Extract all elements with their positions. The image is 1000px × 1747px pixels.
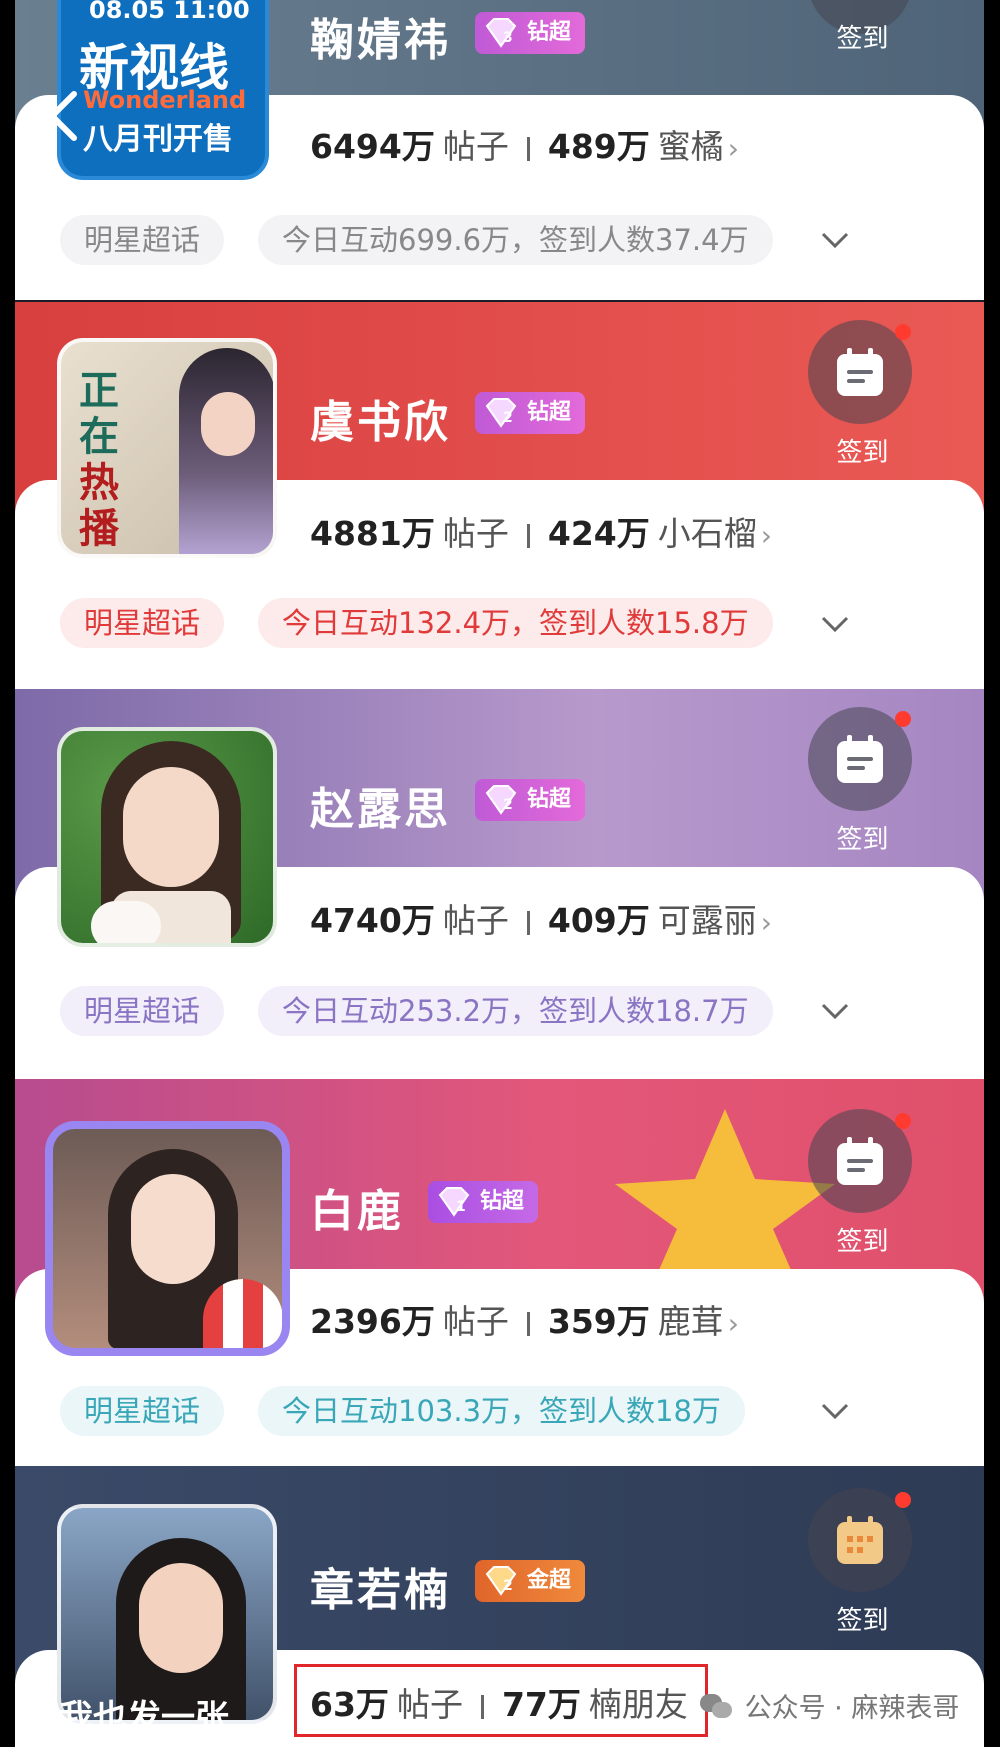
topic-name[interactable]: 赵露思	[310, 773, 451, 837]
summary-pill: 今日互动132.4万，签到人数15.8万	[258, 598, 773, 648]
avatar-subtitle-text: 八月刊开售	[83, 122, 233, 157]
summary-pill: 今日互动103.3万，签到人数18万	[258, 1386, 745, 1436]
highlight-box	[294, 1664, 708, 1737]
chevron-right-icon: ›	[727, 132, 739, 165]
notification-dot	[895, 324, 911, 340]
watermark: 公众号 · 麻辣表哥	[700, 1686, 959, 1725]
plus-icon: +	[15, 1688, 52, 1740]
level-badge[interactable]: 2 金超	[475, 1560, 586, 1602]
calendar-icon	[837, 735, 883, 783]
posts-label: 帖子	[442, 901, 509, 940]
badge-label: 钻超	[480, 1189, 525, 1214]
chevron-right-icon: ›	[760, 519, 772, 552]
topic-name[interactable]: 章若楠	[310, 1554, 451, 1618]
fans-count: 424万	[547, 514, 650, 553]
chevron-down-icon[interactable]	[815, 604, 855, 644]
topic-name[interactable]: 虞书欣	[310, 386, 451, 450]
avatar-date-text: 08.05 11:00	[89, 0, 250, 24]
posts-count: 6494万	[310, 127, 435, 166]
svg-text:3: 3	[503, 30, 513, 46]
post-button-label: 我也发一张	[59, 1698, 229, 1738]
notification-dot	[895, 711, 911, 727]
chevron-down-icon[interactable]	[815, 220, 855, 260]
posts-label: 帖子	[442, 1302, 509, 1341]
fans-count: 409万	[547, 901, 650, 940]
posts-count: 2396万	[310, 1302, 435, 1341]
topic-card[interactable]: 正在热播 虞书欣 2 钻超 签到 4881万 帖子 424万 小石榴 › 明星超话 今日…	[15, 302, 984, 689]
posts-count: 4740万	[310, 901, 435, 940]
topic-card[interactable]: 08.05 11:00 新视线 Wonderland 八月刊开售 鞠婧祎 3 钻…	[15, 0, 984, 300]
svg-text:2: 2	[503, 1578, 513, 1594]
sign-in-label[interactable]: 签到	[825, 819, 900, 856]
badge-label: 钻超	[527, 787, 572, 812]
calendar-icon	[837, 1516, 883, 1564]
diamond-icon: 2	[485, 785, 517, 815]
svg-text:1: 1	[456, 1199, 466, 1215]
level-badge[interactable]: 2 钻超	[475, 392, 586, 434]
gold-diamond-icon: 2	[485, 1566, 517, 1596]
chevron-down-icon[interactable]	[815, 1391, 855, 1431]
posts-label: 帖子	[442, 127, 509, 166]
diamond-icon: 1	[438, 1187, 470, 1217]
sign-in-label[interactable]: 签到	[825, 18, 900, 55]
category-pill[interactable]: 明星超话	[60, 215, 225, 265]
chevron-right-icon: ›	[727, 1307, 739, 1340]
divider	[526, 136, 530, 161]
topic-name[interactable]: 白鹿	[310, 1175, 404, 1239]
fans-label[interactable]: 蜜橘	[658, 127, 724, 166]
svg-text:2: 2	[503, 797, 513, 813]
avatar[interactable]: 08.05 11:00 新视线 Wonderland 八月刊开售	[57, 0, 269, 180]
fans-label[interactable]: 可露丽	[658, 901, 757, 940]
svg-text:2: 2	[503, 410, 513, 426]
topic-stats: 6494万 帖子 489万 蜜橘 ›	[310, 120, 739, 168]
diamond-icon: 3	[485, 18, 517, 48]
badge-label: 钻超	[527, 400, 572, 425]
fans-label[interactable]: 小石榴	[658, 514, 757, 553]
fans-count: 489万	[547, 127, 650, 166]
watermark-text: 公众号 · 麻辣表哥	[744, 1693, 960, 1724]
summary-pill: 今日互动699.6万，签到人数37.4万	[258, 215, 773, 265]
back-icon[interactable]	[40, 88, 86, 144]
posts-count: 4881万	[310, 514, 435, 553]
avatar[interactable]	[57, 727, 277, 947]
summary-pill: 今日互动253.2万，签到人数18.7万	[258, 986, 773, 1036]
sign-in-label[interactable]: 签到	[825, 1600, 900, 1637]
avatar-text: 正在热播	[79, 367, 119, 552]
avatar[interactable]: 正在热播	[57, 338, 277, 558]
avatar-brand-text: Wonderland	[83, 86, 247, 114]
notification-dot	[895, 1492, 911, 1508]
topic-stats: 4740万 帖子 409万 可露丽 ›	[310, 894, 772, 942]
calendar-icon	[837, 348, 883, 396]
sign-in-label[interactable]: 签到	[825, 432, 900, 469]
divider	[526, 523, 530, 548]
topic-card[interactable]: 白鹿 1 钻超 签到 2396万 帖子 359万 鹿茸 › 明星超话 今日互动103.3…	[15, 1079, 984, 1466]
category-pill[interactable]: 明星超话	[60, 1386, 225, 1436]
fans-count: 359万	[547, 1302, 650, 1341]
divider	[526, 910, 530, 935]
post-one-too-button[interactable]: + 我也发一张	[15, 1690, 229, 1742]
fans-label[interactable]: 鹿茸	[658, 1302, 724, 1341]
avatar-frame[interactable]	[45, 1121, 290, 1356]
level-badge[interactable]: 2 钻超	[475, 779, 586, 821]
sign-in-label[interactable]: 签到	[825, 1221, 900, 1258]
topic-name[interactable]: 鞠婧祎	[310, 4, 451, 68]
topic-card[interactable]: 赵露思 2 钻超 签到 4740万 帖子 409万 可露丽 › 明星超话 今日互动253…	[15, 689, 984, 1079]
notification-dot	[895, 1113, 911, 1129]
divider	[526, 1311, 530, 1336]
wechat-icon	[700, 1692, 736, 1720]
super-topic-list: 08.05 11:00 新视线 Wonderland 八月刊开售 鞠婧祎 3 钻…	[15, 0, 984, 1747]
posts-label: 帖子	[442, 514, 509, 553]
calendar-icon	[837, 1137, 883, 1185]
level-badge[interactable]: 3 钻超	[475, 12, 586, 54]
level-badge[interactable]: 1 钻超	[428, 1181, 539, 1223]
badge-label: 金超	[527, 1568, 572, 1593]
category-pill[interactable]: 明星超话	[60, 598, 225, 648]
topic-stats: 4881万 帖子 424万 小石榴 ›	[310, 507, 772, 555]
category-pill[interactable]: 明星超话	[60, 986, 225, 1036]
topic-stats: 2396万 帖子 359万 鹿茸 ›	[310, 1295, 739, 1343]
chevron-right-icon: ›	[760, 906, 772, 939]
diamond-icon: 2	[485, 398, 517, 428]
chevron-down-icon[interactable]	[815, 991, 855, 1031]
badge-label: 钻超	[527, 20, 572, 45]
